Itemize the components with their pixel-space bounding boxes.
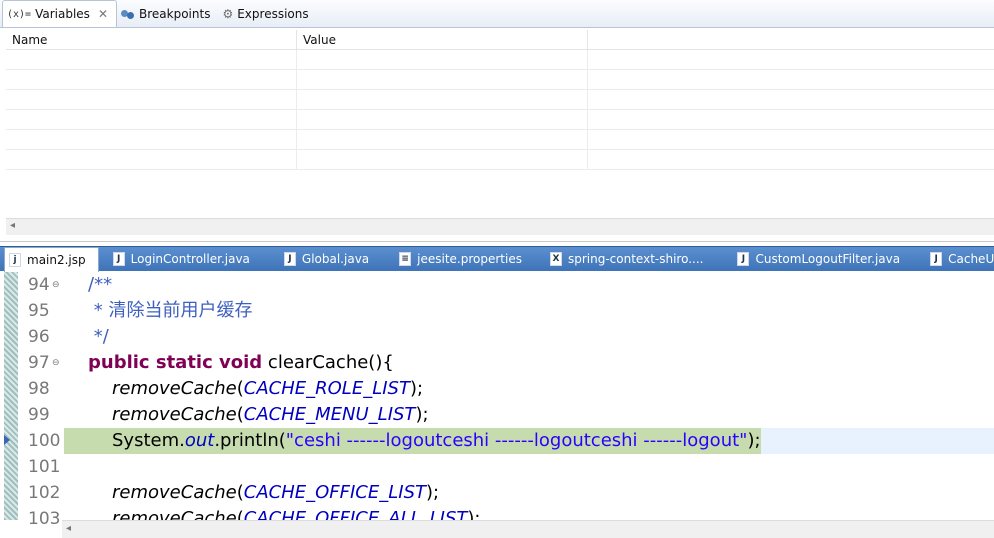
debug-highlight: System.out.println("ceshi ------logoutce… (64, 428, 761, 454)
tab-variables[interactable]: (x)= Variables ✕ (2, 0, 117, 27)
fold-collapse-icon[interactable]: ⊖ (52, 272, 60, 298)
table-row[interactable] (6, 130, 994, 150)
column-header-value[interactable]: Value (297, 30, 588, 50)
editor-horizontal-scrollbar[interactable]: ◂ (62, 520, 994, 538)
editor-tab-label: main2.jsp (27, 252, 86, 267)
code-line[interactable]: removeCache(CACHE_MENU_LIST); (64, 402, 994, 428)
table-row[interactable] (6, 150, 994, 170)
code-area[interactable]: 94 ⊖ 95 96 97 ⊖ 98 99 100 101 102 103 /** … (0, 272, 994, 538)
table-row[interactable] (6, 50, 994, 70)
properties-file-icon: ≡ (399, 252, 412, 266)
jsp-file-icon: j (9, 252, 21, 267)
debug-current-line-icon (4, 435, 10, 445)
editor-tab-label: CacheUtils.java (948, 252, 994, 266)
code-line[interactable]: removeCache(CACHE_ROLE_LIST); (64, 376, 994, 402)
column-header-empty (588, 30, 994, 50)
debug-view-panel: (x)= Variables ✕ Breakpoints ⚙ Expressio… (0, 0, 994, 242)
line-number: 95 (28, 301, 50, 321)
close-icon[interactable]: ✕ (98, 7, 108, 21)
editor-tab-label: jeesite.properties (417, 252, 522, 266)
editor-tab-cacheutils[interactable]: J CacheUtils.java (918, 247, 994, 272)
java-file-icon: J (930, 252, 943, 266)
table-row[interactable] (6, 70, 994, 90)
code-line[interactable]: * 清除当前用户缓存 (64, 298, 994, 324)
code-editor: j main2.jsp J LoginController.java J Glo… (0, 246, 994, 538)
code-line[interactable]: /** (64, 272, 994, 298)
code-line[interactable]: removeCache(CACHE_OFFICE_LIST); (64, 480, 994, 506)
line-number-gutter[interactable]: 94 ⊖ 95 96 97 ⊖ 98 99 100 101 102 103 (4, 272, 64, 529)
editor-tab-label: LoginController.java (130, 252, 250, 266)
line-number: 103 (28, 509, 61, 529)
breakpoints-icon (121, 8, 135, 20)
editor-tab-logincontroller[interactable]: J LoginController.java (99, 247, 268, 272)
variables-table-header: Name Value (6, 30, 994, 50)
line-number: 100 (4, 428, 64, 454)
expressions-icon: ⚙ (222, 7, 234, 21)
tab-expressions[interactable]: ⚙ Expressions (218, 1, 316, 27)
line-number: 96 (28, 327, 50, 347)
fold-collapse-icon[interactable]: ⊖ (52, 350, 60, 376)
line-number: 94 ⊖ (18, 272, 64, 298)
editor-tab-main2-jsp[interactable]: j main2.jsp (4, 246, 99, 272)
variables-table: Name Value (6, 30, 994, 170)
table-row[interactable] (6, 110, 994, 130)
overview-ruler[interactable] (4, 272, 18, 520)
editor-tab-global[interactable]: J Global.java (268, 247, 387, 272)
tab-breakpoints-label: Breakpoints (139, 7, 211, 21)
variables-horizontal-scrollbar[interactable]: ◂ (6, 218, 994, 235)
code-line-current[interactable]: System.out.println("ceshi ------logoutce… (64, 428, 994, 454)
line-number: 99 (28, 405, 50, 425)
editor-tab-customlogoutfilter[interactable]: J CustomLogoutFilter.java (721, 247, 918, 272)
code-line[interactable] (64, 454, 994, 480)
java-file-icon: J (283, 252, 296, 266)
editor-tab-jeesite-properties[interactable]: ≡ jeesite.properties (387, 247, 540, 272)
tab-expressions-label: Expressions (237, 7, 309, 21)
code-line[interactable]: removeCache(CACHE_OFFICE_ALL_LIST); (64, 506, 994, 520)
editor-tab-label: CustomLogoutFilter.java (755, 252, 901, 266)
line-number: 97 ⊖ (18, 350, 64, 376)
java-file-icon: J (112, 252, 125, 266)
column-header-name[interactable]: Name (6, 30, 297, 50)
editor-tab-label: Global.java (301, 252, 370, 266)
scroll-left-arrow-icon[interactable]: ◂ (10, 220, 15, 231)
editor-tab-label: spring-context-shiro.... (567, 252, 704, 266)
tab-breakpoints[interactable]: Breakpoints (117, 1, 218, 27)
line-number: 101 (28, 457, 61, 477)
debug-tab-bar: (x)= Variables ✕ Breakpoints ⚙ Expressio… (0, 0, 994, 28)
variables-icon: (x)= (7, 8, 32, 20)
line-number: 98 (28, 379, 50, 399)
tab-variables-label: Variables (35, 7, 90, 21)
line-number: 102 (28, 483, 61, 503)
code-line[interactable]: public static void clearCache(){ (64, 350, 994, 376)
editor-tab-bar: j main2.jsp J LoginController.java J Glo… (0, 246, 994, 272)
table-row[interactable] (6, 90, 994, 110)
editor-tab-spring-context-shiro[interactable]: X spring-context-shiro.... (540, 247, 722, 272)
java-file-icon: J (737, 252, 750, 266)
code-lines[interactable]: /** * 清除当前用户缓存 */ public static void cle… (64, 272, 994, 520)
scroll-left-arrow-icon[interactable]: ◂ (66, 523, 71, 534)
code-line[interactable]: */ (64, 324, 994, 350)
xml-file-icon: X (549, 252, 562, 266)
